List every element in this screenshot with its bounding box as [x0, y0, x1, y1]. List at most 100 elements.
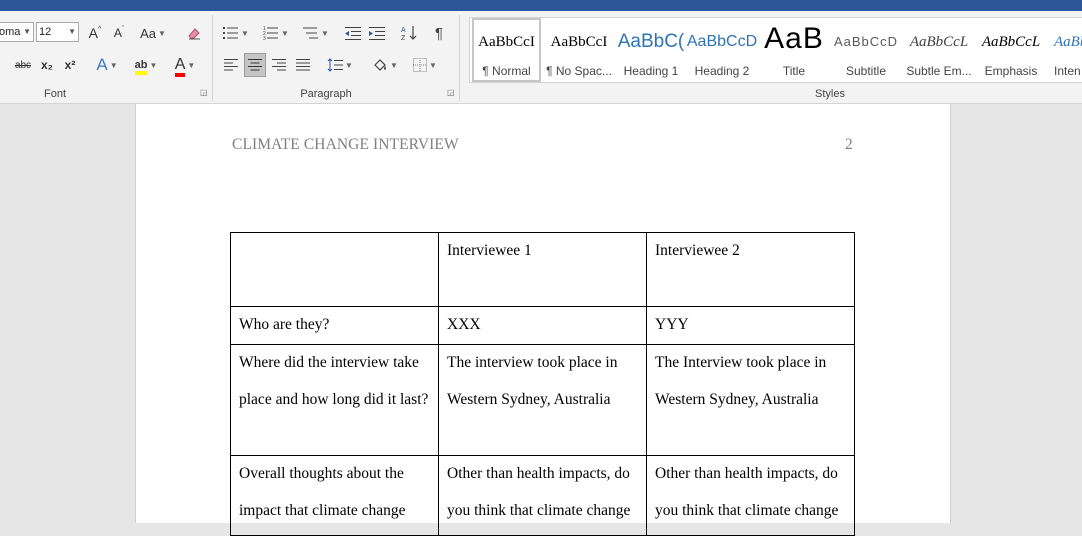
- paragraph-dialog-launcher-icon[interactable]: ◲: [447, 89, 455, 97]
- chevron-down-icon: ▼: [281, 28, 289, 38]
- cell-text: Who are they?: [239, 316, 330, 333]
- grow-font-button[interactable]: A ^: [86, 23, 104, 43]
- grow-font-label: A: [88, 25, 99, 41]
- style-heading-2[interactable]: AaBbCcD Heading 2: [686, 18, 758, 82]
- multilevel-list-button[interactable]: ▼: [299, 23, 333, 43]
- table-cell[interactable]: Interviewee 1: [438, 232, 647, 307]
- style-title[interactable]: AaB Title: [758, 18, 830, 82]
- increase-indent-button[interactable]: [367, 23, 387, 43]
- align-center-icon: [248, 59, 262, 71]
- table-cell[interactable]: YYY: [646, 306, 855, 345]
- table-cell[interactable]: [230, 232, 439, 307]
- style-intense-emphasis[interactable]: AaBb Inten: [1048, 18, 1082, 82]
- bullets-button[interactable]: ▼: [221, 23, 251, 43]
- style-no-spacing[interactable]: AaBbCcI ¶ No Spac...: [543, 18, 615, 82]
- cell-text: XXX: [447, 316, 481, 333]
- style-preview: AaBb: [1054, 34, 1082, 50]
- superscript-button[interactable]: x²: [60, 55, 80, 75]
- style-name: Subtle Em...: [906, 64, 972, 78]
- eraser-icon: [188, 28, 200, 40]
- table-cell[interactable]: Other than health impacts, do you think …: [646, 455, 855, 536]
- subscript-button[interactable]: x₂: [37, 55, 57, 75]
- borders-button[interactable]: ▼: [408, 54, 442, 76]
- text-effects-label: A: [96, 55, 108, 74]
- align-left-button[interactable]: [221, 54, 241, 76]
- justify-button[interactable]: [293, 54, 313, 76]
- decrease-indent-button[interactable]: [343, 23, 363, 43]
- style-heading-1[interactable]: AaBbC( Heading 1: [616, 18, 686, 82]
- style-normal[interactable]: AaBbCcI ¶ Normal: [472, 18, 541, 82]
- table-cell[interactable]: The Interview took place in Western Sydn…: [646, 344, 855, 456]
- table-cell[interactable]: Other than health impacts, do you think …: [438, 455, 647, 536]
- chevron-down-icon: ▼: [241, 28, 249, 38]
- font-color-bar: [174, 73, 186, 77]
- font-color-button[interactable]: A ▼: [168, 54, 202, 77]
- chevron-down-icon: ▼: [187, 60, 196, 70]
- style-name: Emphasis: [984, 64, 1038, 78]
- style-preview: AaBbCcD: [686, 33, 758, 50]
- line-spacing-icon: [327, 58, 344, 72]
- ribbon: oma ▼ 12 ▼ A ^ Aˇ Aa ▼ abc x₂ x² A ▼ ab ▼ A…: [0, 11, 1082, 104]
- style-name: Heading 1: [623, 64, 679, 78]
- font-group-label: Font: [43, 88, 66, 100]
- style-name: ¶ Normal: [482, 64, 531, 78]
- style-emphasis[interactable]: AaBbCcL Emphasis: [976, 18, 1046, 82]
- style-preview: AaBbCcI: [550, 34, 608, 50]
- caret-up-icon: ^: [98, 25, 102, 33]
- chevron-down-icon[interactable]: ▼: [23, 27, 31, 36]
- paragraph-group-label: Paragraph: [300, 88, 352, 100]
- title-bar: [0, 0, 1082, 11]
- table-cell[interactable]: XXX: [438, 306, 647, 345]
- align-left-icon: [224, 59, 238, 71]
- font-name-combo[interactable]: oma ▼: [0, 22, 34, 42]
- clear-formatting-button[interactable]: [183, 23, 205, 43]
- superscript-label: x²: [64, 58, 76, 72]
- text-effects-button[interactable]: A ▼: [91, 54, 123, 76]
- multilevel-list-icon: [303, 27, 319, 39]
- line-spacing-button[interactable]: ▼: [323, 54, 357, 76]
- table-cell[interactable]: Where did the interview take place and h…: [230, 344, 439, 456]
- table-cell[interactable]: Interviewee 2: [646, 232, 855, 307]
- cell-text: Other than health impacts, do you think …: [447, 465, 631, 519]
- pilcrow-icon: ¶: [434, 24, 444, 42]
- page-header-title: CLIMATE CHANGE INTERVIEW: [232, 136, 459, 153]
- numbering-icon: 123: [263, 26, 279, 40]
- style-subtle-emphasis[interactable]: AaBbCcL Subtle Em...: [903, 18, 975, 82]
- strikethrough-button[interactable]: abc: [12, 55, 34, 75]
- style-name: Inten: [1054, 64, 1081, 78]
- sort-icon: AZ: [401, 26, 417, 41]
- align-center-button[interactable]: [244, 53, 266, 77]
- highlight-button[interactable]: ab ▼: [129, 54, 163, 76]
- table-cell[interactable]: Overall thoughts about the impact that c…: [230, 455, 439, 536]
- page-number: 2: [845, 136, 853, 153]
- chevron-down-icon[interactable]: ▼: [68, 27, 76, 36]
- table-row: Where did the interview take place and h…: [230, 344, 855, 456]
- cell-text: YYY: [655, 316, 689, 333]
- table-cell[interactable]: Who are they?: [230, 306, 439, 345]
- numbering-button[interactable]: 1 2 3 ▼: [259, 23, 293, 43]
- document-page[interactable]: CLIMATE CHANGE INTERVIEW 2 Interviewee 1…: [135, 104, 951, 536]
- highlight-label: ab: [134, 59, 148, 71]
- borders-icon: [413, 58, 428, 72]
- chevron-down-icon: ▼: [157, 28, 166, 38]
- style-subtitle[interactable]: AaBbCcD Subtitle: [830, 18, 902, 82]
- align-right-icon: [272, 59, 286, 71]
- align-right-button[interactable]: [269, 54, 289, 76]
- show-formatting-button[interactable]: ¶: [429, 23, 449, 43]
- chevron-down-icon: ▼: [390, 60, 398, 70]
- style-name: ¶ No Spac...: [546, 64, 612, 78]
- strikethrough-label: abc: [14, 59, 32, 71]
- font-size-combo[interactable]: 12 ▼: [36, 22, 79, 42]
- style-preview: AaBbC(: [617, 31, 685, 52]
- decrease-indent-icon: [345, 27, 361, 40]
- table-cell[interactable]: The interview took place in Western Sydn…: [438, 344, 647, 456]
- sort-button[interactable]: AZ: [399, 23, 419, 43]
- shading-button[interactable]: ▼: [368, 54, 402, 76]
- chevron-down-icon: ▼: [321, 28, 329, 38]
- style-preview: AaBbCcL: [909, 34, 969, 50]
- font-dialog-launcher-icon[interactable]: ◲: [200, 89, 208, 97]
- style-name: Subtitle: [845, 64, 887, 78]
- interview-table[interactable]: Interviewee 1 Interviewee 2 Who are they…: [230, 232, 855, 536]
- shrink-font-button[interactable]: Aˇ: [110, 23, 128, 43]
- change-case-button[interactable]: Aa ▼: [137, 23, 169, 43]
